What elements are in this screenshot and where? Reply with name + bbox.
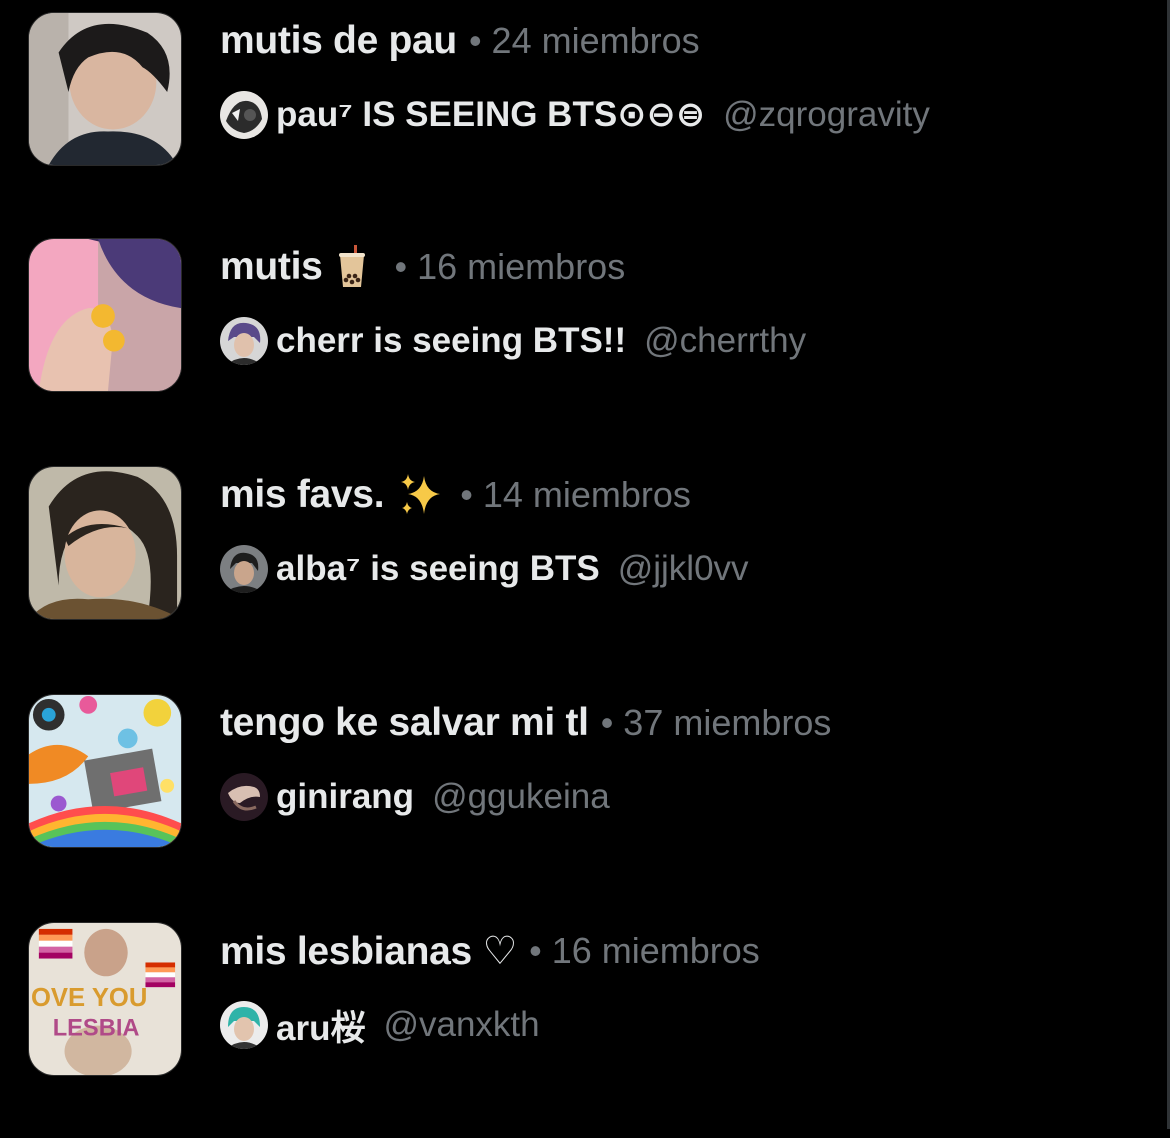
owner-avatar[interactable] — [220, 773, 268, 821]
list-item[interactable]: tengo ke salvar mi tl • 37 miembros gini… — [0, 682, 1160, 910]
owner-avatar[interactable] — [220, 545, 268, 593]
member-count: 16 miembros — [417, 246, 626, 287]
owner-display-name[interactable]: aru桜 — [276, 1000, 365, 1051]
owner-handle[interactable]: @ggukeina — [432, 777, 610, 817]
owner-handle[interactable]: @zqrogravity — [723, 95, 930, 135]
banner-text-line2: LESBIA — [53, 1016, 140, 1042]
separator-dot: • — [529, 930, 542, 971]
list-name[interactable]: tengo ke salvar mi tl — [220, 701, 589, 745]
list-name[interactable]: mis lesbianas ♡ — [220, 929, 517, 974]
separator-dot: • — [468, 20, 482, 61]
owner-avatar[interactable] — [220, 91, 268, 139]
owner-handle[interactable]: @vanxkth — [383, 1005, 539, 1045]
member-count: 37 miembros — [623, 702, 832, 743]
list-name[interactable]: mutis — [220, 245, 323, 289]
owner-display-name[interactable]: cherr is seeing BTS!! — [276, 321, 626, 361]
member-count: 16 miembros — [551, 930, 760, 971]
list-banner-image — [28, 12, 182, 166]
list-name[interactable]: mutis de pau — [220, 19, 457, 63]
owner-avatar[interactable] — [220, 317, 268, 365]
member-count: 24 miembros — [491, 20, 700, 61]
owner-avatar[interactable] — [220, 1001, 268, 1049]
bubble-tea-icon — [337, 245, 367, 289]
list-banner-image — [28, 694, 182, 848]
banner-text-line1: OVE YOU — [31, 984, 147, 1012]
owner-handle[interactable]: @jjkl0vv — [618, 549, 749, 589]
list-banner-image: OVE YOU LESBIA — [28, 922, 182, 1076]
list-banner-image — [28, 466, 182, 620]
owner-display-name[interactable]: alba⁷ is seeing BTS — [276, 549, 600, 589]
owner-display-name[interactable]: ginirang — [276, 777, 414, 817]
list-name[interactable]: mis favs. — [220, 473, 385, 517]
separator-dot: • — [600, 702, 614, 743]
member-count: 14 miembros — [482, 474, 691, 515]
owner-handle[interactable]: @cherrthy — [644, 321, 806, 361]
separator-dot: • — [394, 246, 408, 287]
list-item[interactable]: OVE YOU LESBIA mis lesbianas ♡ • 16 miem… — [0, 910, 1160, 1138]
list-banner-image — [28, 238, 182, 392]
owner-display-name[interactable]: pau⁷ IS SEEING BTS⊙⊖⊜ — [276, 95, 705, 135]
list-item[interactable]: mis favs. • 14 miembros alba⁷ is seeing … — [0, 454, 1160, 682]
list-item[interactable]: mutis de pau • 24 miembros pau⁷ IS SEEIN… — [0, 0, 1160, 226]
list-item[interactable]: mutis • 16 miembros cherr is seeing BTS!… — [0, 226, 1160, 454]
sparkles-icon — [398, 472, 444, 518]
lists-container: mutis de pau • 24 miembros pau⁷ IS SEEIN… — [0, 0, 1160, 1138]
separator-dot: • — [460, 474, 473, 515]
